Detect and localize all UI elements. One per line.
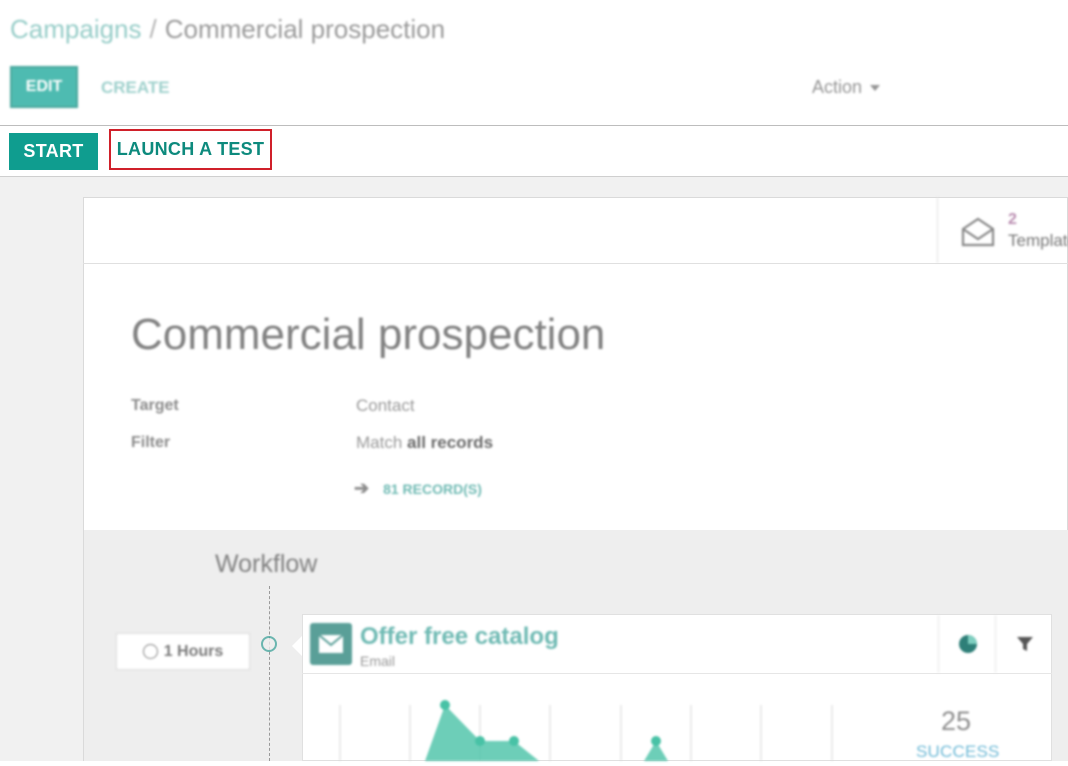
activity-title[interactable]: Offer free catalog [360, 623, 559, 651]
activity-type: Email [360, 653, 396, 669]
filter-icon [1016, 637, 1033, 651]
filter-prefix: Match [356, 433, 403, 452]
edit-button[interactable]: EDIT [10, 66, 78, 108]
filter-value: Match all records [356, 433, 493, 453]
activity-trace-graph [303, 675, 913, 761]
records-link[interactable]: ➔ 81 RECORD(S) [354, 478, 482, 499]
button-box [83, 197, 1068, 264]
clock-icon [142, 644, 158, 659]
start-button[interactable]: START [9, 133, 98, 170]
delay-label: 1 Hours [163, 642, 224, 660]
templates-count: 2 [1008, 211, 1017, 228]
target-label: Target [131, 397, 179, 414]
workflow-timeline [269, 586, 270, 761]
filter-button[interactable] [995, 615, 1053, 673]
activity-card-pointer [292, 636, 302, 656]
campaign-title: Commercial prospection [131, 310, 606, 359]
filter-label: Filter [131, 434, 171, 451]
action-label: Action [812, 77, 863, 97]
success-label[interactable]: SUCCESS [916, 742, 1000, 762]
create-button[interactable]: CREATE [101, 78, 170, 98]
breadcrumb-current: Commercial prospection [164, 14, 446, 44]
pie-chart-icon [958, 635, 977, 653]
envelope-open-icon [960, 217, 996, 252]
breadcrumb-separator: / [149, 14, 157, 44]
templates-label: Templates [1008, 231, 1068, 250]
launch-test-button[interactable]: LAUNCH A TEST [109, 129, 272, 170]
delay-badge: 1 Hours [116, 633, 250, 670]
breadcrumb: Campaigns / Commercial prospection [10, 14, 445, 45]
action-dropdown[interactable]: Action [812, 77, 881, 98]
breadcrumb-campaigns-link[interactable]: Campaigns [10, 14, 142, 44]
caret-down-icon [870, 85, 881, 92]
pie-chart-button[interactable] [938, 615, 996, 673]
success-count: 25 [941, 706, 972, 736]
arrow-right-icon: ➔ [354, 478, 370, 498]
target-value: Contact [356, 396, 415, 415]
templates-stat-button[interactable]: 2 Templates [937, 197, 1068, 263]
filter-domain: all records [407, 433, 494, 452]
workflow-title: Workflow [215, 550, 318, 578]
envelope-icon [310, 623, 352, 665]
timeline-node [261, 636, 277, 652]
records-count: 81 RECORD(S) [383, 481, 482, 497]
